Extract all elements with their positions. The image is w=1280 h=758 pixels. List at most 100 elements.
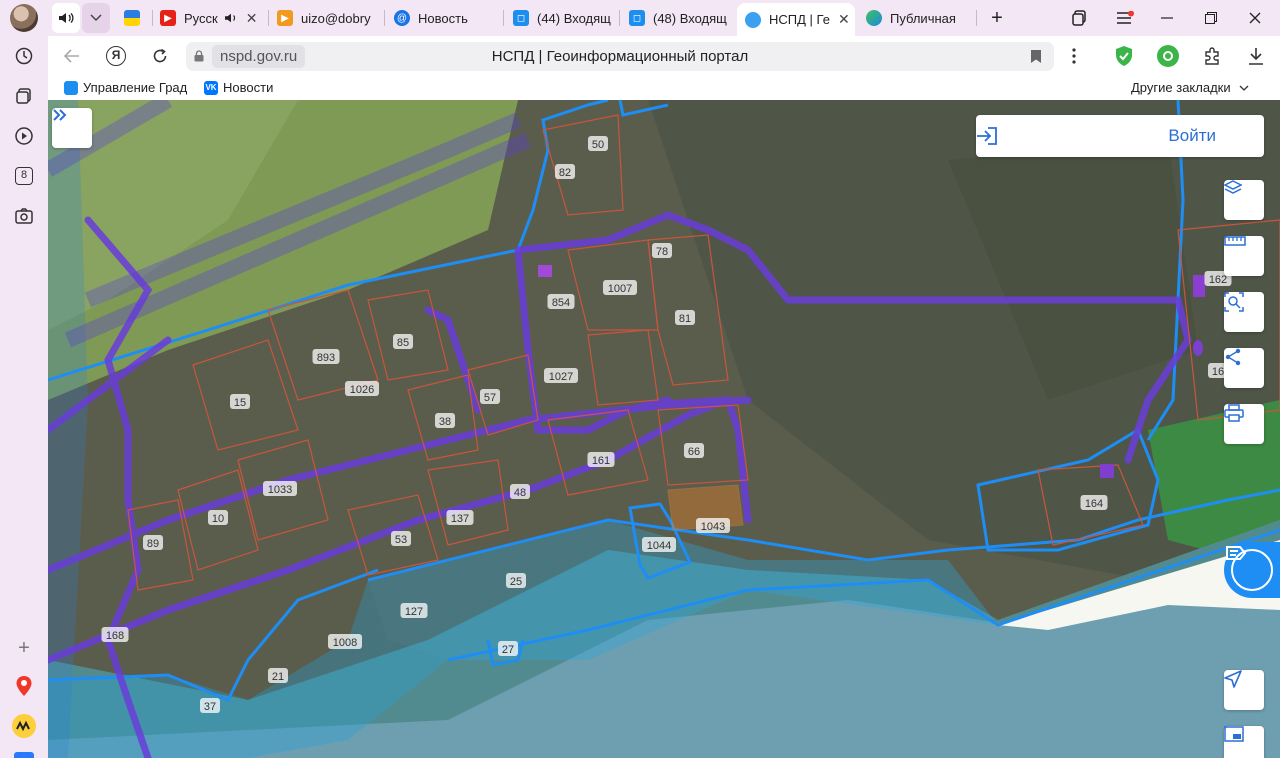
map-viewport[interactable]: 50 82 78 1007 854 81 893 85 1026 15 1027 57 38 161 66 4… [48, 100, 1280, 758]
cadastral-plot-label[interactable]: 1026 [350, 384, 374, 396]
cadastral-plot-label[interactable]: 168 [106, 630, 124, 642]
yandex-logo-icon: Я [106, 46, 126, 66]
cadastral-plot-label[interactable]: 127 [405, 606, 423, 618]
chat-icon [64, 80, 78, 95]
public-map-favicon-icon [866, 10, 882, 26]
minimize-button[interactable] [1152, 4, 1182, 32]
cadastral-plot-label[interactable]: 81 [679, 313, 691, 325]
close-icon[interactable]: ✕ [246, 10, 258, 27]
tab-mail-dobry[interactable]: ▶ uizo@dobry [269, 3, 383, 33]
cadastral-plot-label[interactable]: 48 [514, 487, 526, 499]
bookmark-item[interactable]: VK Новости [204, 80, 273, 95]
cadastral-plot-label[interactable]: 21 [272, 671, 284, 683]
minimap-button[interactable] [1224, 726, 1264, 758]
history-icon[interactable] [8, 40, 40, 72]
print-button[interactable] [1224, 404, 1264, 444]
cadastral-plot-label[interactable]: 15 [234, 397, 246, 409]
cadastral-plot-label[interactable]: 1044 [647, 540, 671, 552]
other-bookmarks-label: Другие закладки [1131, 80, 1231, 95]
tab-pinned[interactable] [116, 3, 150, 33]
extension-green-icon[interactable] [1154, 42, 1182, 70]
bookmark-item[interactable]: Управление Град [64, 80, 188, 95]
cadastral-plot-label[interactable]: 37 [204, 701, 216, 713]
cadastral-plot-label[interactable]: 893 [317, 352, 335, 364]
collections-icon[interactable] [8, 80, 40, 112]
cadastral-plot-label[interactable]: 78 [656, 246, 668, 258]
yandex-button[interactable]: Я [102, 42, 130, 70]
tab-title: uizo@dobry [301, 10, 371, 26]
tab-audio-toggle[interactable] [52, 3, 80, 33]
cadastral-plot-label[interactable]: 1027 [549, 371, 573, 383]
restore-button[interactable] [1196, 4, 1226, 32]
at-icon: @ [394, 10, 410, 26]
cadastral-plot-label[interactable]: 66 [688, 446, 700, 458]
zen-icon[interactable] [8, 710, 40, 742]
cadastral-plot-label[interactable]: 164 [1085, 498, 1103, 510]
cadastral-plot-label[interactable]: 27 [502, 644, 514, 656]
cadastral-plot-label[interactable]: 161 [592, 455, 610, 467]
tab-title: (44) Входящ [537, 10, 611, 26]
login-button[interactable]: Войти [976, 115, 1264, 157]
screenshot-icon[interactable] [8, 200, 40, 232]
close-window-button[interactable] [1240, 4, 1270, 32]
downloads-icon[interactable] [1242, 42, 1270, 70]
extensions-icon[interactable] [1198, 42, 1226, 70]
cadastral-plot-label[interactable]: 89 [147, 538, 159, 550]
back-button[interactable] [58, 42, 86, 70]
cadastral-plot-label[interactable]: 57 [484, 392, 496, 404]
cadastral-plot-label[interactable]: 1008 [333, 637, 357, 649]
cadastral-plot-label[interactable]: 82 [559, 167, 571, 179]
cadastral-plot-label[interactable]: 85 [397, 337, 409, 349]
tab-inbox-44[interactable]: ◻ (44) Входящ [505, 3, 617, 33]
new-tab-button[interactable]: + [982, 4, 1012, 32]
tabs-overview-icon[interactable] [1064, 4, 1094, 32]
cadastral-plot-label[interactable]: 162 [1209, 274, 1227, 286]
messenger-icon[interactable] [14, 752, 34, 758]
ruler-icon [1224, 236, 1246, 246]
bookmark-label: Новости [223, 80, 274, 95]
tab-nspd-active[interactable]: НСПД | Ге ✕ [737, 3, 855, 36]
bookmark-icon[interactable] [1030, 49, 1042, 64]
ruler-button[interactable] [1224, 236, 1264, 276]
map-canvas[interactable]: 5082781007854818938510261510275738161664… [48, 100, 1280, 758]
cadastral-plot-label[interactable]: 10 [212, 513, 224, 525]
tab-news[interactable]: @ Новость [386, 3, 500, 33]
cadastral-plot-label[interactable]: 50 [592, 139, 604, 151]
share-button[interactable] [1224, 348, 1264, 388]
expand-panel-button[interactable] [52, 108, 92, 148]
other-bookmarks[interactable]: Другие закладки [1131, 80, 1249, 95]
add-panel-icon[interactable]: + [8, 632, 40, 664]
url-field[interactable]: nspd.gov.ru НСПД | Геоинформационный пор… [186, 42, 1054, 71]
cadastral-plot-label[interactable]: 1043 [701, 521, 725, 533]
menu-icon[interactable] [1110, 4, 1140, 32]
cadastral-plot-label[interactable]: 137 [451, 513, 469, 525]
double-chevron-right-icon [53, 109, 67, 121]
video-icon[interactable] [8, 120, 40, 152]
avatar[interactable] [10, 4, 38, 32]
close-icon[interactable]: ✕ [838, 11, 850, 28]
cadastral-plot-label[interactable]: 53 [395, 534, 407, 546]
maps-pin-icon[interactable] [8, 670, 40, 702]
more-options-icon[interactable] [1060, 42, 1088, 70]
cadastral-plot-label[interactable]: 25 [510, 576, 522, 588]
locate-me-button[interactable] [1224, 670, 1264, 710]
layers-button[interactable] [1224, 180, 1264, 220]
vk-icon: VK [204, 80, 218, 95]
cadastral-plot-label[interactable]: 1033 [268, 484, 292, 496]
area-search-button[interactable] [1224, 292, 1264, 332]
badge-8-icon[interactable]: 8 [8, 160, 40, 192]
tab-list-dropdown[interactable] [82, 3, 110, 33]
tab-youtube[interactable]: ▶ Русск ✕ [152, 3, 266, 33]
protect-shield-icon[interactable] [1110, 42, 1138, 70]
cadastral-plot-label[interactable]: 16 [1212, 366, 1224, 378]
cadastral-plot-label[interactable]: 854 [552, 297, 570, 309]
print-icon [1224, 404, 1244, 422]
area-search-icon [1224, 292, 1244, 312]
reload-button[interactable] [146, 42, 174, 70]
tab-public-map[interactable]: Публичная [858, 3, 970, 33]
tab-inbox-48[interactable]: ◻ (48) Входящ [621, 3, 733, 33]
cadastral-plot-label[interactable]: 1007 [608, 283, 632, 295]
cadastral-plot-label[interactable]: 38 [439, 416, 451, 428]
assistant-button[interactable] [1224, 542, 1280, 598]
badge-8-label: 8 [15, 167, 33, 185]
